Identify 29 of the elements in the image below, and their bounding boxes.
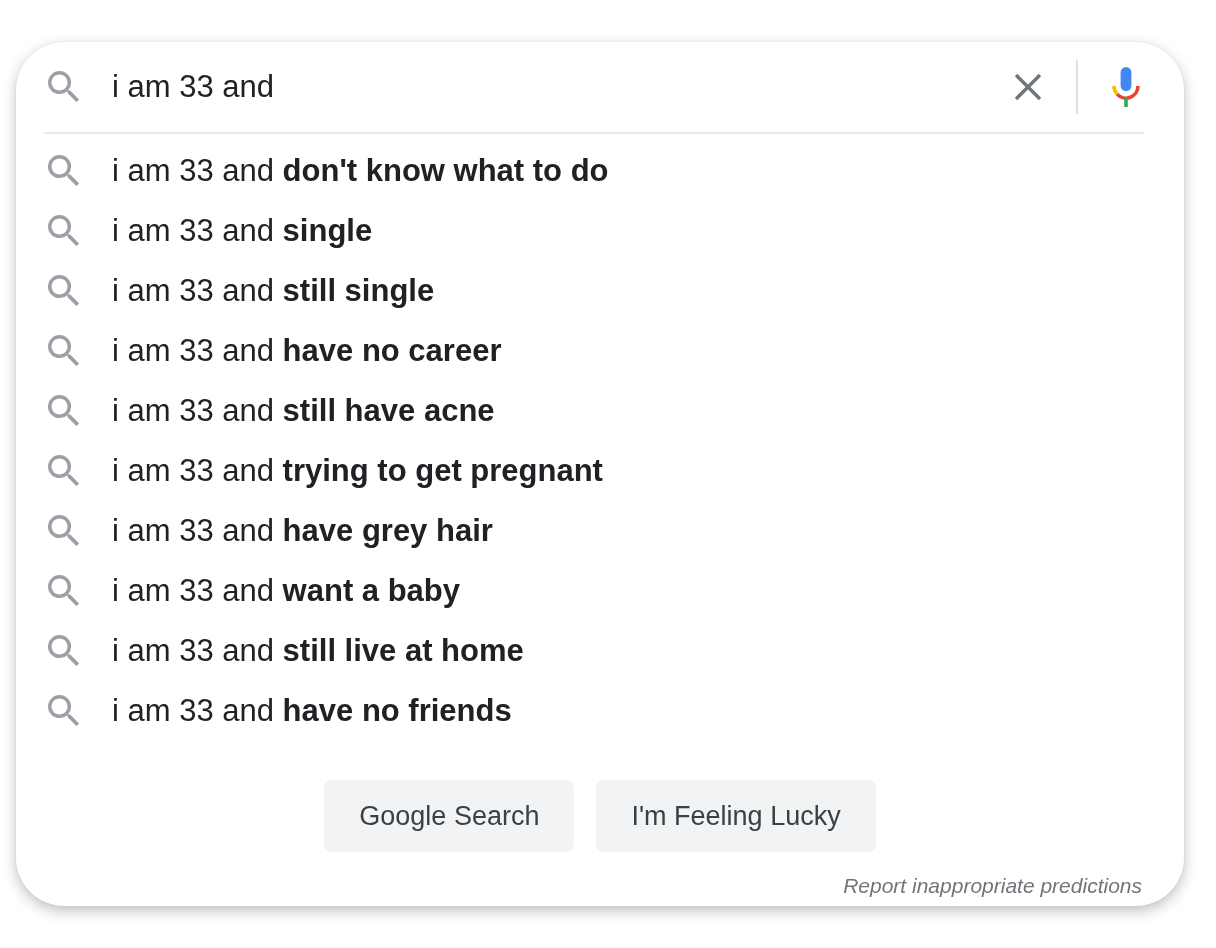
suggestion-item[interactable]: i am 33 and have grey hair (16, 501, 1184, 561)
search-icon (48, 71, 80, 103)
search-icon (48, 455, 80, 487)
close-icon (1014, 73, 1042, 101)
voice-search-button[interactable] (1112, 67, 1140, 107)
search-icon (48, 335, 80, 367)
search-icon (48, 695, 80, 727)
search-input[interactable]: i am 33 and (112, 65, 1014, 109)
suggestion-item[interactable]: i am 33 and want a baby (16, 561, 1184, 621)
search-icon (48, 635, 80, 667)
search-icon (48, 515, 80, 547)
suggestion-item[interactable]: i am 33 and don't know what to do (16, 141, 1184, 201)
search-icon (48, 215, 80, 247)
suggestion-item[interactable]: i am 33 and have no career (16, 321, 1184, 381)
search-icon (48, 395, 80, 427)
suggestion-item[interactable]: i am 33 and trying to get pregnant (16, 441, 1184, 501)
search-icon (48, 155, 80, 187)
suggestion-item[interactable]: i am 33 and still have acne (16, 381, 1184, 441)
search-action-button[interactable]: Google Search (324, 780, 575, 852)
suggestion-item[interactable]: i am 33 and have no friends (16, 681, 1184, 741)
search-action-button[interactable]: I'm Feeling Lucky (596, 780, 876, 852)
suggestion-item[interactable]: i am 33 and still single (16, 261, 1184, 321)
search-icon (48, 575, 80, 607)
microphone-icon (1112, 67, 1140, 107)
search-icon (48, 275, 80, 307)
report-link[interactable]: Report inappropriate predictions (843, 873, 1142, 899)
clear-button[interactable] (1014, 73, 1042, 101)
suggestion-item[interactable]: i am 33 and single (16, 201, 1184, 261)
suggestion-item[interactable]: i am 33 and still live at home (16, 621, 1184, 681)
